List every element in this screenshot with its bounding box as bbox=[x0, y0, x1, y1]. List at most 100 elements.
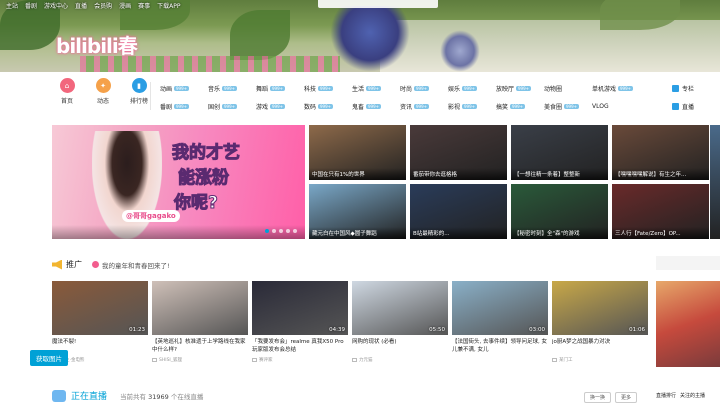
promo-card[interactable]: 04:39 「我要发布会」realme 真我X50 Pro 玩家版发布会总结赛评家 bbox=[252, 281, 348, 363]
uploader-name: 力元猫 bbox=[359, 358, 373, 363]
featured-tile[interactable]: 【秘密时刻】全"森"的游戏 bbox=[511, 184, 608, 239]
category-label: 鬼畜 bbox=[352, 104, 365, 111]
carousel-dot[interactable] bbox=[286, 229, 290, 233]
promo-thumbnail[interactable]: 01:23 bbox=[52, 281, 148, 335]
category-item[interactable]: 单机游戏 999+ bbox=[592, 84, 640, 93]
category-item[interactable]: 舞蹈 999+ bbox=[256, 84, 304, 93]
category-item[interactable]: 动物圈 bbox=[544, 84, 592, 93]
main-nav-0[interactable]: ⌂ 首页 bbox=[54, 78, 80, 105]
promo-video-title[interactable]: 【英地巡礼】核准遗于上学路线在我家中什么样? bbox=[152, 338, 248, 354]
category-count-badge: 999+ bbox=[270, 86, 286, 91]
bilibili-logo[interactable]: bilibili春 bbox=[56, 30, 138, 59]
promo-uploader[interactable]: 某门工 bbox=[552, 357, 648, 363]
featured-tile[interactable]: 【嘿嘿嘿嘿解说】有生之年... bbox=[612, 125, 709, 180]
category-item[interactable]: 生活 999+ bbox=[352, 84, 400, 93]
hero-tag: @哥哥gagako bbox=[122, 210, 180, 222]
hero-carousel[interactable]: 我的才艺 能涨粉 你呢? @哥哥gagako bbox=[52, 125, 305, 239]
video-duration: 05:50 bbox=[429, 327, 445, 333]
top-nav-item[interactable]: 下载APP bbox=[157, 1, 180, 10]
category-label: 搞笑 bbox=[496, 104, 509, 111]
category-item[interactable]: 番剧 999+ bbox=[160, 102, 208, 111]
right-link[interactable]: 直播 bbox=[672, 102, 694, 111]
category-item[interactable]: 时尚 999+ bbox=[400, 84, 448, 93]
get-image-button[interactable]: 获取图片 bbox=[30, 350, 68, 366]
side-tab[interactable]: 关注的主播 bbox=[680, 392, 705, 399]
top-nav-item[interactable]: 会员购 bbox=[94, 1, 112, 10]
top-nav-item[interactable]: 游戏中心 bbox=[44, 1, 68, 10]
search-bar[interactable] bbox=[318, 0, 438, 8]
featured-tile[interactable]: 番茄带你去逛格格 bbox=[410, 125, 507, 180]
top-nav-item[interactable]: 番剧 bbox=[25, 1, 37, 10]
live-header: 正在直播 当前共有 31969 个在线直播 bbox=[52, 389, 203, 402]
category-count-badge: 999+ bbox=[174, 104, 190, 109]
category-item[interactable]: 放映厅 999+ bbox=[496, 84, 544, 93]
promo-video-title[interactable]: 【法国街头, 去事件续】领导问足球, 女儿兼不满, 女儿 bbox=[452, 338, 548, 354]
live-button[interactable]: 换一换 bbox=[584, 392, 612, 403]
promo-thumbnail[interactable]: 01:06 bbox=[552, 281, 648, 335]
top-nav-item[interactable]: 主站 bbox=[6, 1, 18, 10]
category-item[interactable]: 搞笑 999+ bbox=[496, 102, 544, 111]
promo-uploader[interactable]: 力元猫 bbox=[352, 357, 448, 363]
side-thumb[interactable] bbox=[710, 125, 720, 239]
featured-tile[interactable]: 三人行【Fate/Zero】OP... bbox=[612, 184, 709, 239]
category-item[interactable]: 资讯 999+ bbox=[400, 102, 448, 111]
category-item[interactable]: 国创 999+ bbox=[208, 102, 256, 111]
category-item[interactable]: 音乐 999+ bbox=[208, 84, 256, 93]
category-item[interactable]: 游戏 999+ bbox=[256, 102, 304, 111]
promo-subtitle[interactable]: 我的童年和青春回来了! bbox=[92, 260, 170, 270]
tile-caption: 【嘿嘿嘿嘿解说】有生之年... bbox=[612, 168, 709, 180]
promo-video-title[interactable]: 网购的现状 (必看) bbox=[352, 338, 448, 354]
top-nav: 主站 番剧 游戏中心 直播 会员购 漫画 赛事 下载APP bbox=[0, 0, 180, 10]
category-item[interactable]: 科技 999+ bbox=[304, 84, 352, 93]
main-nav-1[interactable]: ✦ 动态 bbox=[90, 78, 116, 105]
category-label: 动画 bbox=[160, 86, 173, 93]
right-link[interactable]: 专栏 bbox=[672, 84, 694, 93]
promo-video-title[interactable]: jo厨A梦之战国暴力对决 bbox=[552, 338, 648, 354]
tile-caption: 三人行【Fate/Zero】OP... bbox=[612, 227, 709, 239]
promo-uploader[interactable]: SHISI_狐狸 bbox=[152, 357, 248, 363]
live-button[interactable]: 更多 bbox=[615, 392, 638, 403]
video-duration: 01:06 bbox=[629, 327, 645, 333]
top-nav-item[interactable]: 直播 bbox=[75, 1, 87, 10]
carousel-dot[interactable] bbox=[293, 229, 297, 233]
carousel-dots[interactable] bbox=[265, 229, 297, 233]
category-label: 单机游戏 bbox=[592, 86, 617, 93]
side-panel-image[interactable] bbox=[656, 281, 720, 367]
category-item[interactable]: 数码 999+ bbox=[304, 102, 352, 111]
featured-tile[interactable]: 【一想往精一条着】整整新 bbox=[511, 125, 608, 180]
promo-card[interactable]: 03:00 【法国街头, 去事件续】领导问足球, 女儿兼不满, 女儿 bbox=[452, 281, 548, 363]
video-duration: 03:00 bbox=[529, 327, 545, 333]
category-item[interactable]: 娱乐 999+ bbox=[448, 84, 496, 93]
promo-uploader[interactable]: 赛评家 bbox=[252, 357, 348, 363]
promo-thumbnail[interactable] bbox=[152, 281, 248, 335]
promo-thumbnail[interactable]: 03:00 bbox=[452, 281, 548, 335]
right-link-label: 专栏 bbox=[682, 86, 695, 93]
promo-card[interactable]: 01:06 jo厨A梦之战国暴力对决某门工 bbox=[552, 281, 648, 363]
promo-thumbnail[interactable]: 04:39 bbox=[252, 281, 348, 335]
top-nav-item[interactable]: 赛事 bbox=[138, 1, 150, 10]
promo-card[interactable]: 【英地巡礼】核准遗于上学路线在我家中什么样? SHISI_狐狸 bbox=[152, 281, 248, 363]
featured-tile[interactable]: B站最精彩的... bbox=[410, 184, 507, 239]
promo-thumbnail[interactable]: 05:50 bbox=[352, 281, 448, 335]
main-nav-2[interactable]: ▮ 排行榜 bbox=[126, 78, 152, 105]
featured-tile[interactable]: 藏元白在中国风◆圆子舞蹈 bbox=[309, 184, 406, 239]
category-item[interactable]: 美食圈 999+ bbox=[544, 102, 592, 111]
carousel-dot[interactable] bbox=[265, 229, 269, 233]
category-item[interactable]: 鬼畜 999+ bbox=[352, 102, 400, 111]
featured-tile[interactable]: 中国在只有1%的世界 bbox=[309, 125, 406, 180]
category-item[interactable]: 动画 999+ bbox=[160, 84, 208, 93]
promo-video-title[interactable]: 「我要发布会」realme 真我X50 Pro 玩家版发布会总结 bbox=[252, 338, 348, 354]
carousel-dot[interactable] bbox=[279, 229, 283, 233]
carousel-dot[interactable] bbox=[272, 229, 276, 233]
top-nav-item[interactable]: 漫画 bbox=[119, 1, 131, 10]
side-tab[interactable]: 直播排行 bbox=[656, 392, 676, 399]
uploader-name: 赛评家 bbox=[259, 358, 273, 363]
promo-card[interactable]: 05:50 网购的现状 (必看) 力元猫 bbox=[352, 281, 448, 363]
right-link-label: 直播 bbox=[682, 104, 695, 111]
category-item[interactable]: VLOG bbox=[592, 102, 640, 111]
category-grid: 动画 999+ 音乐 999+ 舞蹈 999+ 科技 999+ 生活 999+ 时尚 999+ 娱乐 99… bbox=[160, 84, 640, 111]
category-nav: ⌂ 首页 ✦ 动态 ▮ 排行榜 动画 999+ 音乐 999+ 舞蹈 999+ 科技 999+ 生活 999… bbox=[0, 78, 720, 118]
category-item[interactable]: 影视 999+ bbox=[448, 102, 496, 111]
live-title[interactable]: 正在直播 bbox=[71, 389, 107, 402]
live-count: 当前共有 31969 个在线直播 bbox=[120, 392, 204, 401]
